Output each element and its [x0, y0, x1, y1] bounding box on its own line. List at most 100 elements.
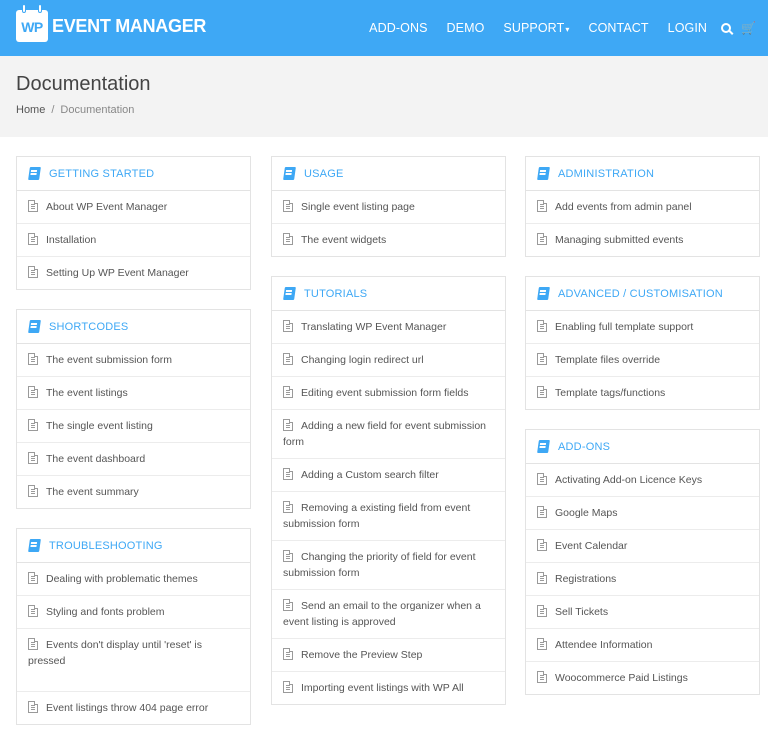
doc-link-label[interactable]: Template files override [555, 354, 660, 366]
section-title[interactable]: ADVANCED / CUSTOMISATION [558, 288, 723, 300]
doc-link-item[interactable]: Translating WP Event Manager [272, 311, 505, 343]
doc-link-item[interactable]: Attendee Information [526, 628, 759, 661]
doc-link-item[interactable]: Template files override [526, 343, 759, 376]
doc-link-label[interactable]: Styling and fonts problem [46, 606, 164, 618]
section-header[interactable]: TUTORIALS [272, 277, 505, 311]
doc-link-label[interactable]: Installation [46, 234, 96, 246]
section-header[interactable]: USAGE [272, 157, 505, 191]
section-header[interactable]: SHORTCODES [17, 310, 250, 344]
doc-link-item[interactable]: The event widgets [272, 223, 505, 256]
doc-link-item[interactable]: Event listings throw 404 page error [17, 691, 250, 724]
doc-link-item[interactable]: Send an email to the organizer when a ev… [272, 589, 505, 638]
doc-link-item[interactable]: Template tags/functions [526, 376, 759, 409]
nav-add-ons[interactable]: ADD-ONS [369, 21, 427, 35]
doc-link-item[interactable]: The event dashboard [17, 442, 250, 475]
doc-link-item[interactable]: Remove the Preview Step [272, 638, 505, 671]
doc-link-item[interactable]: Changing the priority of field for event… [272, 540, 505, 589]
doc-link-label[interactable]: Sell Tickets [555, 606, 608, 618]
doc-link-label[interactable]: Managing submitted events [555, 234, 683, 246]
doc-link-item[interactable]: Managing submitted events [526, 223, 759, 256]
logo-text: EVENT MANAGER [52, 15, 207, 36]
doc-link-label[interactable]: The event submission form [46, 354, 172, 366]
doc-link-item[interactable]: Registrations [526, 562, 759, 595]
doc-link-label[interactable]: Google Maps [555, 507, 617, 519]
doc-link-label[interactable]: The event widgets [301, 234, 386, 246]
section-title[interactable]: SHORTCODES [49, 321, 128, 333]
search-icon[interactable] [721, 23, 732, 33]
doc-link-item[interactable]: The single event listing [17, 409, 250, 442]
doc-link-label[interactable]: Adding a Custom search filter [301, 469, 439, 481]
doc-link-label[interactable]: About WP Event Manager [46, 201, 167, 213]
doc-link-item[interactable]: Changing login redirect url [272, 343, 505, 376]
doc-link-label[interactable]: Translating WP Event Manager [301, 321, 446, 333]
doc-link-item[interactable]: Adding a new field for event submission … [272, 409, 505, 458]
doc-link-label[interactable]: The event listings [46, 387, 128, 399]
doc-link-item[interactable]: Styling and fonts problem [17, 595, 250, 628]
doc-link-label[interactable]: Send an email to the organizer when a ev… [283, 600, 481, 628]
doc-link-item[interactable]: Adding a Custom search filter [272, 458, 505, 491]
doc-link-label[interactable]: Enabling full template support [555, 321, 693, 333]
document-icon [537, 539, 547, 551]
doc-link-item[interactable]: Editing event submission form fields [272, 376, 505, 409]
doc-link-label[interactable]: Attendee Information [555, 639, 652, 651]
doc-link-item[interactable]: Activating Add-on Licence Keys [526, 464, 759, 496]
doc-link-label[interactable]: Importing event listings with WP All [301, 682, 464, 694]
doc-link-item[interactable]: Sell Tickets [526, 595, 759, 628]
doc-link-item[interactable]: Dealing with problematic themes [17, 563, 250, 595]
doc-link-label[interactable]: Template tags/functions [555, 387, 665, 399]
site-logo[interactable]: WP EVENT MANAGER [16, 4, 207, 42]
doc-link-label[interactable]: Event Calendar [555, 540, 627, 552]
nav-login[interactable]: LOGIN [668, 21, 707, 35]
doc-link-item[interactable]: Removing a existing field from event sub… [272, 491, 505, 540]
doc-link-item[interactable]: The event summary [17, 475, 250, 508]
doc-link-item[interactable]: Importing event listings with WP All [272, 671, 505, 704]
doc-link-label[interactable]: Editing event submission form fields [301, 387, 469, 399]
section-header[interactable]: GETTING STARTED [17, 157, 250, 191]
section-title[interactable]: USAGE [304, 168, 344, 180]
doc-link-item[interactable]: Installation [17, 223, 250, 256]
section-header[interactable]: TROUBLESHOOTING [17, 529, 250, 563]
doc-link-item[interactable]: Setting Up WP Event Manager [17, 256, 250, 289]
section-header[interactable]: ADD-ONS [526, 430, 759, 464]
doc-link-item[interactable]: Event Calendar [526, 529, 759, 562]
section-title[interactable]: ADMINISTRATION [558, 168, 654, 180]
section-title[interactable]: GETTING STARTED [49, 168, 154, 180]
doc-link-label[interactable]: Event listings throw 404 page error [46, 702, 208, 714]
nav-support[interactable]: SUPPORT▾ [503, 21, 569, 35]
cart-icon[interactable]: 🛒 [741, 21, 756, 35]
section-header[interactable]: ADMINISTRATION [526, 157, 759, 191]
section-title[interactable]: ADD-ONS [558, 441, 610, 453]
doc-link-item[interactable]: About WP Event Manager [17, 191, 250, 223]
nav-contact[interactable]: CONTACT [588, 21, 648, 35]
doc-link-label[interactable]: Events don't display until 'reset' is pr… [28, 639, 202, 667]
doc-link-label[interactable]: Remove the Preview Step [301, 649, 422, 661]
doc-link-item[interactable]: Enabling full template support [526, 311, 759, 343]
section-title[interactable]: TUTORIALS [304, 288, 367, 300]
breadcrumb-home[interactable]: Home [16, 104, 45, 116]
doc-link-label[interactable]: The event summary [46, 486, 139, 498]
doc-link-item[interactable]: Events don't display until 'reset' is pr… [17, 628, 250, 691]
doc-link-label[interactable]: Add events from admin panel [555, 201, 692, 213]
doc-link-label[interactable]: The event dashboard [46, 453, 145, 465]
doc-link-label[interactable]: Removing a existing field from event sub… [283, 502, 470, 530]
doc-link-item[interactable]: Google Maps [526, 496, 759, 529]
doc-link-item[interactable]: Woocommerce Paid Listings [526, 661, 759, 694]
doc-link-label[interactable]: The single event listing [46, 420, 153, 432]
doc-link-item[interactable]: Single event listing page [272, 191, 505, 223]
doc-link-item[interactable]: Add events from admin panel [526, 191, 759, 223]
nav-demo[interactable]: DEMO [447, 21, 485, 35]
doc-link-label[interactable]: Activating Add-on Licence Keys [555, 474, 702, 486]
section-header[interactable]: ADVANCED / CUSTOMISATION [526, 277, 759, 311]
doc-link-label[interactable]: Setting Up WP Event Manager [46, 267, 189, 279]
doc-link-item[interactable]: The event listings [17, 376, 250, 409]
doc-link-label[interactable]: Woocommerce Paid Listings [555, 672, 688, 684]
doc-link-label[interactable]: Dealing with problematic themes [46, 573, 198, 585]
doc-link-item[interactable]: The event submission form [17, 344, 250, 376]
doc-link-label[interactable]: Single event listing page [301, 201, 415, 213]
doc-link-label[interactable]: Registrations [555, 573, 616, 585]
main-nav: ADD-ONS DEMO SUPPORT▾ CONTACT LOGIN 🛒 [350, 0, 756, 56]
doc-link-label[interactable]: Adding a new field for event submission … [283, 420, 486, 448]
section-title[interactable]: TROUBLESHOOTING [49, 540, 163, 552]
doc-link-label[interactable]: Changing the priority of field for event… [283, 551, 476, 579]
doc-link-label[interactable]: Changing login redirect url [301, 354, 424, 366]
